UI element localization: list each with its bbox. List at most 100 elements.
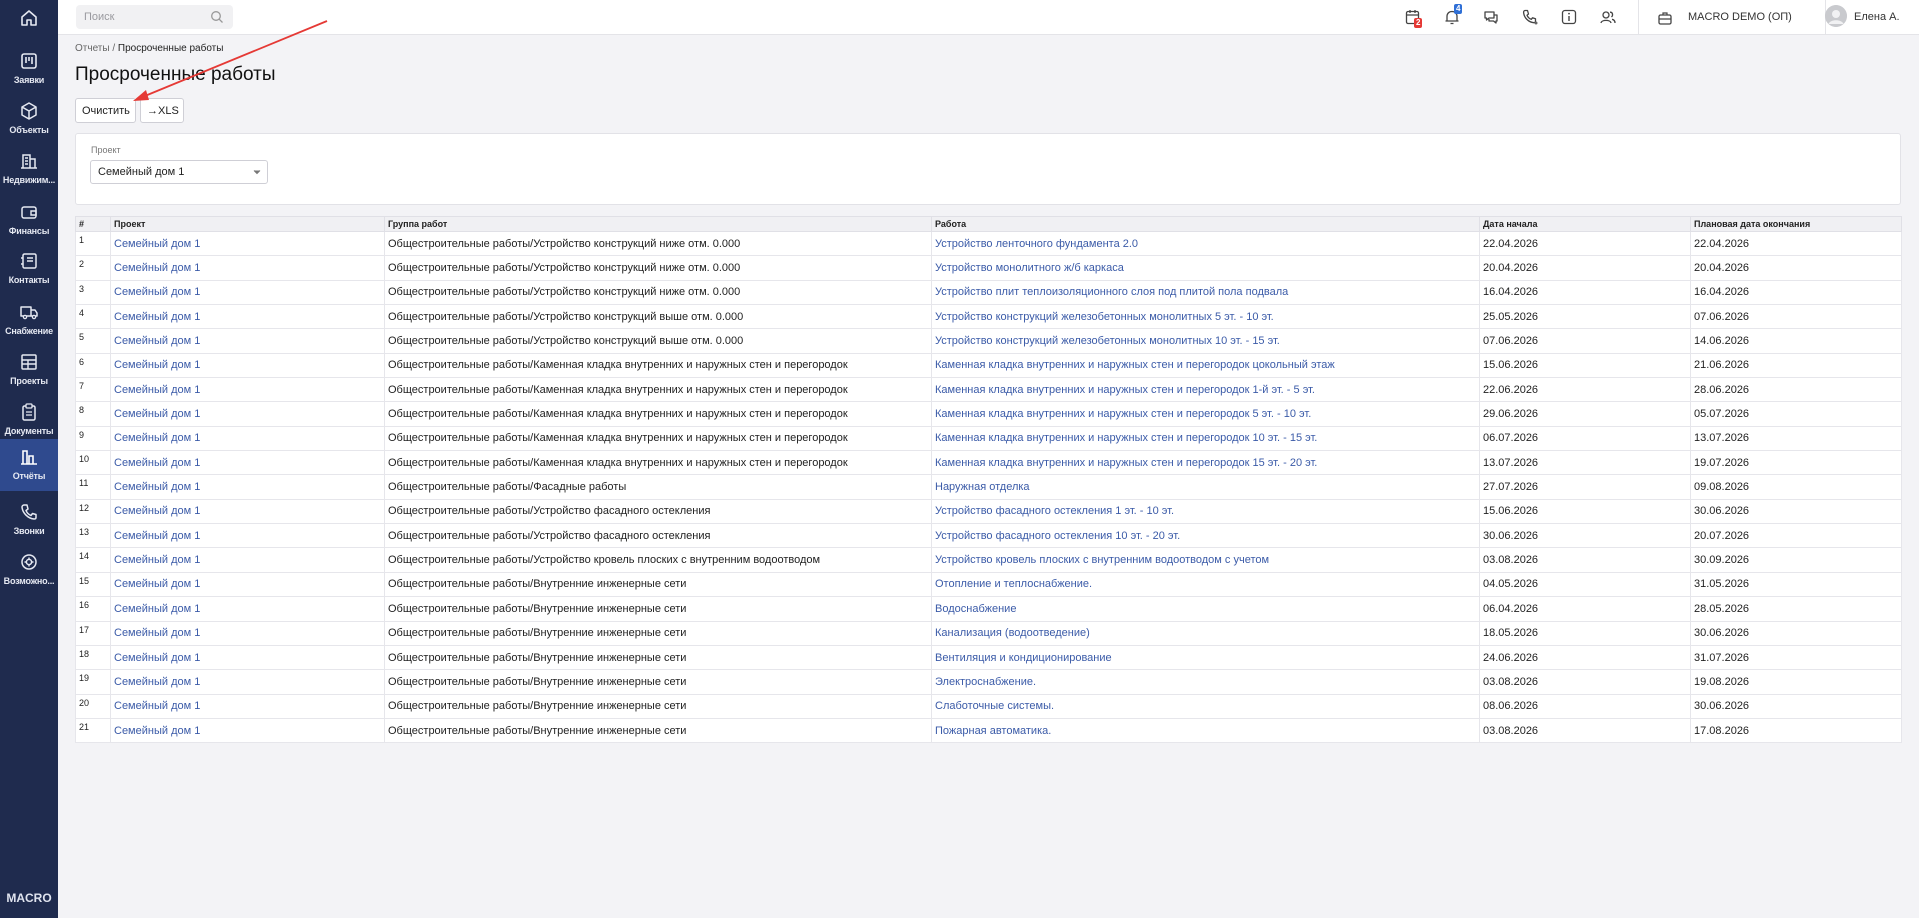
users-icon[interactable] — [1599, 8, 1617, 26]
table-cell: 12 — [75, 498, 111, 525]
table-cell: 16.04.2026 — [1479, 279, 1691, 306]
table-row[interactable]: 5 Семейный дом 1 Общестроительные работы/У… — [75, 328, 1902, 354]
project-link[interactable]: Семейный дом 1 — [114, 457, 200, 469]
project-link[interactable]: Семейный дом 1 — [114, 481, 200, 493]
table-row[interactable]: 16 Семейный дом 1 Общестроительные работы/… — [75, 596, 1902, 622]
project-link[interactable]: Семейный дом 1 — [114, 603, 200, 615]
work-link[interactable]: Каменная кладка внутренних и наружных ст… — [935, 457, 1317, 469]
work-link[interactable]: Устройство монолитного ж/б каркаса — [935, 262, 1124, 274]
column-header-work[interactable]: Работа — [931, 216, 1480, 232]
sidebar-item-finance[interactable]: Финансы — [0, 196, 58, 246]
table-row[interactable]: 11 Семейный дом 1 Общестроительные работы/… — [75, 474, 1902, 500]
project-link[interactable]: Семейный дом 1 — [114, 505, 200, 517]
work-link[interactable]: Слаботочные системы. — [935, 700, 1054, 712]
avatar[interactable] — [1825, 5, 1847, 27]
table-row[interactable]: 19 Семейный дом 1 Общестроительные работы/… — [75, 669, 1902, 695]
project-link[interactable]: Семейный дом 1 — [114, 335, 200, 347]
table-row[interactable]: 10 Семейный дом 1 Общестроительные работы/… — [75, 450, 1902, 476]
sidebar-item-contacts[interactable]: Контакты — [0, 245, 58, 295]
project-link[interactable]: Семейный дом 1 — [114, 554, 200, 566]
work-link[interactable]: Устройство ленточного фундамента 2.0 — [935, 238, 1138, 250]
project-link[interactable]: Семейный дом 1 — [114, 700, 200, 712]
project-link[interactable]: Семейный дом 1 — [114, 432, 200, 444]
work-link[interactable]: Каменная кладка внутренних и наружных ст… — [935, 384, 1315, 396]
export-xls-button[interactable]: →XLS — [140, 98, 184, 123]
table-row[interactable]: 6 Семейный дом 1 Общестроительные работы/К… — [75, 352, 1902, 379]
table-row[interactable]: 8 Семейный дом 1 Общестроительные работы/К… — [75, 401, 1902, 427]
project-link[interactable]: Семейный дом 1 — [114, 652, 200, 664]
work-link[interactable]: Водоснабжение — [935, 603, 1016, 615]
planned-end-date: 30.06.2026 — [1694, 505, 1750, 518]
column-header-project[interactable]: Проект — [110, 216, 385, 232]
table-row[interactable]: 14 Семейный дом 1 Общестроительные работы/… — [75, 547, 1902, 573]
work-link[interactable]: Устройство фасадного остекления 1 эт. - … — [935, 505, 1174, 517]
work-link[interactable]: Устройство кровель плоских с внутренним … — [935, 554, 1269, 566]
column-header-start-date[interactable]: Дата начала — [1479, 216, 1691, 232]
sidebar-item-features[interactable]: Возможно... — [0, 546, 58, 596]
project-select[interactable]: Семейный дом 1 — [90, 160, 268, 184]
table-row[interactable]: 7 Семейный дом 1 Общестроительные работы/К… — [75, 377, 1902, 403]
work-link[interactable]: Вентиляция и кондиционирование — [935, 652, 1112, 664]
phone-call-icon[interactable] — [1521, 8, 1539, 26]
table-cell: 22.04.2026 — [1479, 230, 1691, 257]
sidebar-item-projects[interactable]: Проекты — [0, 346, 58, 396]
work-group: Общестроительные работы/Устройство конст… — [388, 310, 744, 323]
work-link[interactable]: Отопление и теплоснабжение. — [935, 578, 1092, 590]
info-icon[interactable] — [1560, 8, 1578, 26]
table-row[interactable]: 13 Семейный дом 1 Общестроительные работы/… — [75, 523, 1902, 549]
table-row[interactable]: 12 Семейный дом 1 Общестроительные работы/… — [75, 498, 1902, 525]
breadcrumb-reports[interactable]: Отчеты — [75, 43, 110, 54]
table-row[interactable]: 1 Семейный дом 1 Общестроительные работы/У… — [75, 230, 1902, 257]
project-link[interactable]: Семейный дом 1 — [114, 578, 200, 590]
project-link[interactable]: Семейный дом 1 — [114, 359, 200, 371]
work-link[interactable]: Каменная кладка внутренних и наружных ст… — [935, 432, 1317, 444]
project-link[interactable]: Семейный дом 1 — [114, 238, 200, 250]
table-row[interactable]: 21 Семейный дом 1 Общестроительные работы/… — [75, 717, 1902, 744]
user-name[interactable]: Елена А. — [1854, 11, 1900, 23]
search-icon[interactable] — [210, 10, 224, 24]
work-link[interactable]: Пожарная автоматика. — [935, 725, 1051, 737]
work-link[interactable]: Наружная отделка — [935, 481, 1030, 493]
column-header-planned-end-date[interactable]: Плановая дата окончания — [1690, 216, 1902, 232]
sidebar-item-calls[interactable]: Звонки — [0, 496, 58, 546]
work-link[interactable]: Устройство конструкций железобетонных мо… — [935, 311, 1274, 323]
work-link[interactable]: Каменная кладка внутренних и наружных ст… — [935, 408, 1311, 420]
table-row[interactable]: 15 Семейный дом 1 Общестроительные работы/… — [75, 571, 1902, 598]
project-link[interactable]: Семейный дом 1 — [114, 530, 200, 542]
project-link[interactable]: Семейный дом 1 — [114, 286, 200, 298]
company-name[interactable]: MACRO DEMO (ОП) — [1688, 11, 1792, 23]
project-link[interactable]: Семейный дом 1 — [114, 627, 200, 639]
work-link[interactable]: Канализация (водоотведение) — [935, 627, 1090, 639]
project-link[interactable]: Семейный дом 1 — [114, 676, 200, 688]
column-header-number[interactable]: # — [75, 216, 111, 232]
work-link[interactable]: Электроснабжение. — [935, 676, 1036, 688]
work-link[interactable]: Устройство плит теплоизоляционного слоя … — [935, 286, 1288, 298]
table-cell: 06.04.2026 — [1479, 596, 1691, 622]
table-row[interactable]: 3 Семейный дом 1 Общестроительные работы/У… — [75, 279, 1902, 306]
project-link[interactable]: Семейный дом 1 — [114, 262, 200, 274]
project-link[interactable]: Семейный дом 1 — [114, 725, 200, 737]
table-cell: 16.04.2026 — [1690, 279, 1902, 306]
table-row[interactable]: 20 Семейный дом 1 Общестроительные работы/… — [75, 693, 1902, 719]
work-link[interactable]: Устройство фасадного остекления 10 эт. -… — [935, 530, 1180, 542]
sidebar-item-realty[interactable]: Недвижим... — [0, 145, 58, 195]
project-link[interactable]: Семейный дом 1 — [114, 311, 200, 323]
chat-icon[interactable] — [1482, 8, 1500, 26]
table-row[interactable]: 4 Семейный дом 1 Общестроительные работы/У… — [75, 304, 1902, 330]
clear-button[interactable]: Очистить — [75, 98, 136, 123]
table-cell: 15 — [75, 571, 111, 598]
row-number: 13 — [79, 527, 90, 538]
table-row[interactable]: 2 Семейный дом 1 Общестроительные работы/У… — [75, 255, 1902, 281]
project-link[interactable]: Семейный дом 1 — [114, 408, 200, 420]
table-row[interactable]: 9 Семейный дом 1 Общестроительные работы/К… — [75, 425, 1902, 452]
table-row[interactable]: 17 Семейный дом 1 Общестроительные работы/… — [75, 620, 1902, 646]
work-link[interactable]: Каменная кладка внутренних и наружных ст… — [935, 359, 1335, 371]
sidebar-item-supply[interactable]: Снабжение — [0, 296, 58, 346]
sidebar-item-requests[interactable]: Заявки — [0, 45, 58, 95]
work-link[interactable]: Устройство конструкций железобетонных мо… — [935, 335, 1280, 347]
sidebar-item-objects[interactable]: Объекты — [0, 95, 58, 145]
table-row[interactable]: 18 Семейный дом 1 Общестроительные работы/… — [75, 644, 1902, 671]
column-header-work-group[interactable]: Группа работ — [384, 216, 932, 232]
sidebar-item-reports[interactable]: Отчёты — [0, 439, 58, 491]
project-link[interactable]: Семейный дом 1 — [114, 384, 200, 396]
